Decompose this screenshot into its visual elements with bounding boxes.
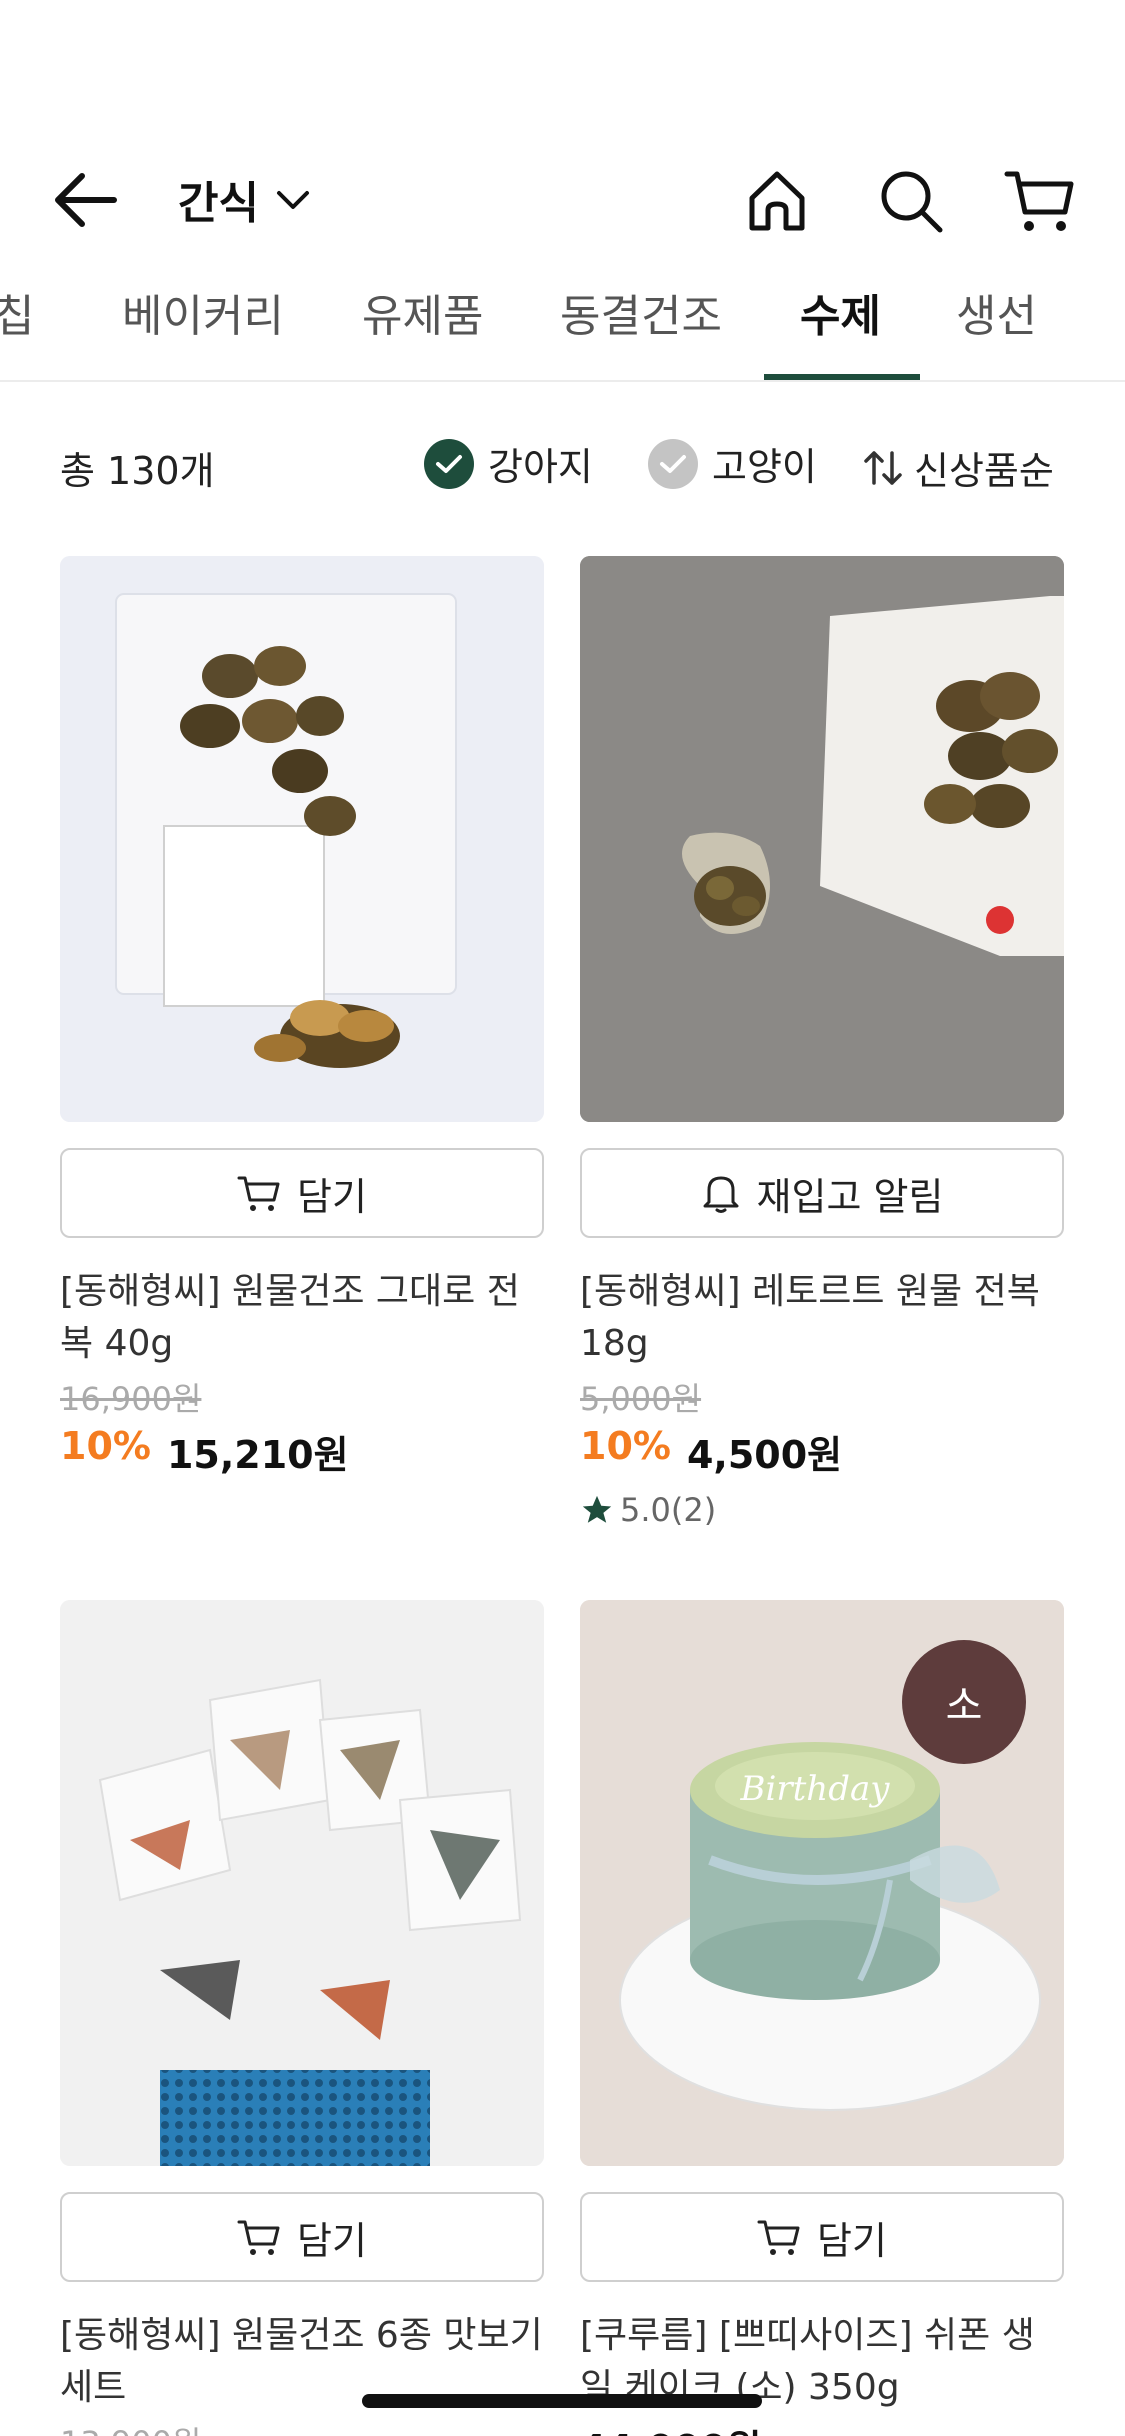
category-tabs: 칩 베이커리 유제품 동결건조 수제 생선 xyxy=(0,270,1125,382)
filter-bar: 총 130개 강아지 고양이 신상품순 xyxy=(0,430,1125,500)
category-dropdown[interactable]: 간식 xyxy=(178,164,313,234)
product-image[interactable] xyxy=(60,556,544,1122)
bell-icon xyxy=(703,1176,739,1213)
product-card[interactable]: 재입고 알림 [동해형씨] 레토르트 원물 전복 18g 5,000원 10% … xyxy=(580,556,1064,1529)
product-image[interactable]: Birthday 소 xyxy=(580,1600,1064,2166)
tab-bakery[interactable]: 베이커리 xyxy=(122,280,284,344)
checked-circle-icon xyxy=(424,438,474,489)
restock-alert-button[interactable]: 재입고 알림 xyxy=(580,1148,1064,1238)
tab-dairy[interactable]: 유제품 xyxy=(362,280,483,344)
cart-icon xyxy=(1004,171,1074,231)
arrow-left-icon xyxy=(55,173,117,227)
product-image[interactable] xyxy=(60,1600,544,2166)
rating-value: 5.0(2) xyxy=(620,1491,717,1529)
price-line: 10% 4,500원 xyxy=(580,1424,1064,1479)
product-image[interactable] xyxy=(580,556,1064,1122)
sort-dropdown[interactable]: 신상품순 xyxy=(862,440,1054,495)
button-label: 담기 xyxy=(297,1174,367,1219)
product-name[interactable]: [동해형씨] 레토르트 원물 전복 18g xyxy=(580,1266,1064,1370)
cat-filter-label: 고양이 xyxy=(712,445,817,489)
sale-price: 15,210원 xyxy=(166,1433,349,1477)
tab-handmade[interactable]: 수제 xyxy=(800,280,881,344)
home-indicator xyxy=(362,2394,762,2408)
star-icon xyxy=(582,1495,612,1523)
back-button[interactable] xyxy=(50,168,130,232)
button-label: 재입고 알림 xyxy=(756,1174,944,1219)
top-navigation-bar: 간식 xyxy=(0,150,1125,250)
add-to-cart-button[interactable]: 담기 xyxy=(580,2192,1064,2282)
discount-rate: 10% xyxy=(60,1424,151,1468)
discount-rate: 10% xyxy=(580,1424,671,1468)
original-price: 13,900원 xyxy=(60,2418,544,2436)
search-button[interactable] xyxy=(866,156,956,246)
button-label: 담기 xyxy=(297,2218,367,2263)
dog-filter-label: 강아지 xyxy=(488,445,593,489)
cart-icon xyxy=(237,1176,280,1211)
product-card[interactable]: 담기 [동해형씨] 원물건조 그대로 전복 40g 16,900원 10% 15… xyxy=(60,556,544,1479)
page-title: 간식 xyxy=(178,178,259,229)
tab-freeze-dried[interactable]: 동결건조 xyxy=(560,280,722,344)
home-icon xyxy=(749,171,805,231)
rating: 5.0(2) xyxy=(580,1491,1064,1529)
cart-icon xyxy=(237,2220,280,2255)
product-card[interactable]: 담기 [동해형씨] 원물건조 6종 맛보기 세트 13,900원 xyxy=(60,1600,544,2436)
cart-icon xyxy=(757,2220,800,2255)
sale-price: 44,000원 xyxy=(580,2418,762,2436)
active-tab-indicator xyxy=(764,374,920,380)
price-line: 10% 15,210원 xyxy=(60,1424,544,1479)
sort-label: 신상품순 xyxy=(914,449,1054,493)
tab-fish[interactable]: 생선 xyxy=(956,280,1037,344)
add-to-cart-button[interactable]: 담기 xyxy=(60,1148,544,1238)
tab-chip[interactable]: 칩 xyxy=(0,280,34,344)
product-name[interactable]: [동해형씨] 원물건조 그대로 전복 40g xyxy=(60,1266,544,1370)
svg-text:Birthday: Birthday xyxy=(740,1769,891,1809)
sort-arrows-icon xyxy=(864,450,902,485)
button-label: 담기 xyxy=(817,2218,887,2263)
home-button[interactable] xyxy=(732,156,822,246)
cat-filter-checkbox[interactable]: 고양이 xyxy=(648,436,817,491)
size-badge: 소 xyxy=(902,1640,1026,1764)
chevron-down-icon xyxy=(276,191,309,209)
product-card[interactable]: Birthday 소 담기 [쿠루름] [쁘띠사이즈] 쉬폰 생일 케이크 (소… xyxy=(580,1600,1064,2436)
cart-button[interactable] xyxy=(994,156,1084,246)
original-price: 16,900원 xyxy=(60,1380,202,1418)
dog-filter-checkbox[interactable]: 강아지 xyxy=(424,436,593,491)
original-price: 5,000원 xyxy=(580,1380,702,1418)
add-to-cart-button[interactable]: 담기 xyxy=(60,2192,544,2282)
price-line: 44,000원 xyxy=(580,2418,1064,2436)
unchecked-circle-icon xyxy=(648,438,698,489)
product-count: 총 130개 xyxy=(60,449,215,493)
search-icon xyxy=(881,171,943,233)
sale-price: 4,500원 xyxy=(686,1433,843,1477)
